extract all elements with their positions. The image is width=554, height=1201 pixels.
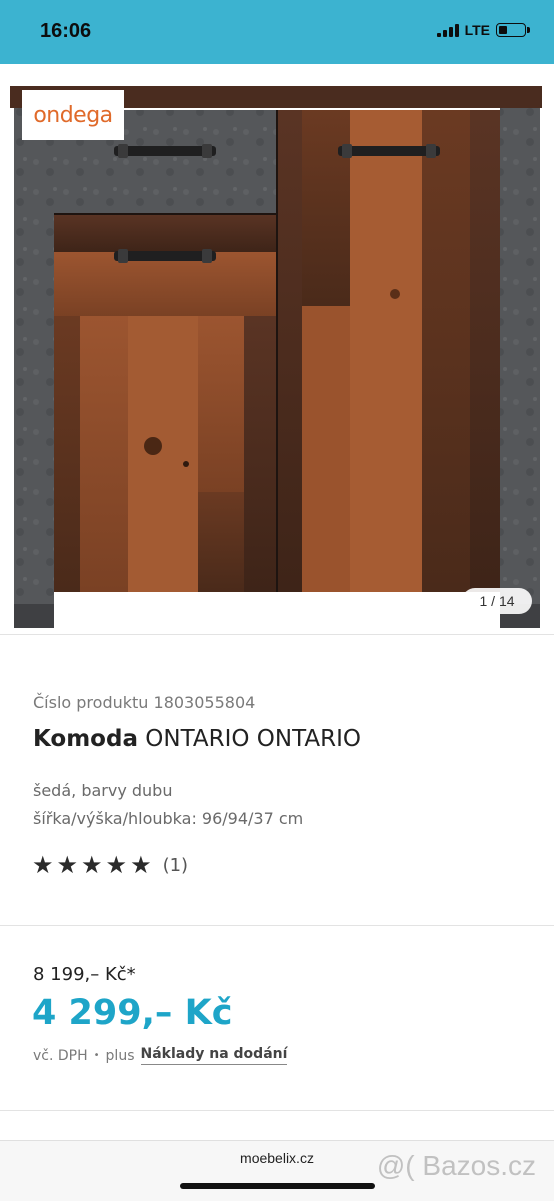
brand-logo: ondega — [22, 90, 124, 140]
network-type: LTE — [464, 22, 490, 38]
brand-logo-text: ondega — [33, 102, 113, 128]
product-title-rest: ONTARIO ONTARIO — [137, 726, 361, 752]
battery-icon — [496, 23, 530, 37]
old-price: 8 199,– Kč* — [33, 964, 136, 985]
delivery-costs-link[interactable]: Náklady na dodání — [140, 1046, 288, 1065]
price-note: vč. DPH • plus Náklady na dodání — [33, 1046, 288, 1065]
plus-label: plus — [105, 1047, 135, 1064]
star-icon: ★ — [105, 851, 128, 879]
rating[interactable]: ★ ★ ★ ★ ★ (1) — [32, 853, 188, 877]
product-image-gallery[interactable] — [0, 64, 554, 634]
image-counter: 1 / 14 — [462, 588, 532, 614]
divider — [0, 925, 554, 926]
status-bar: 16:06 LTE — [0, 0, 554, 64]
product-color: šedá, barvy dubu — [33, 781, 173, 800]
status-time: 16:06 — [40, 20, 92, 42]
sale-price: 4 299,– Kč — [32, 993, 233, 1033]
star-icon: ★ — [56, 851, 79, 879]
cell-signal-icon — [436, 23, 459, 37]
star-icon: ★ — [32, 851, 54, 879]
rating-count[interactable]: (1) — [163, 855, 189, 876]
product-number: Číslo produktu 1803055804 — [33, 693, 256, 712]
product-dimensions: šířka/výška/hloubka: 96/94/37 cm — [33, 809, 304, 828]
divider — [0, 634, 554, 635]
separator-dot: • — [93, 1050, 100, 1061]
star-icon: ★ — [81, 851, 103, 879]
watermark: @( Bazos.cz — [376, 1150, 536, 1181]
vat-note: vč. DPH — [33, 1047, 88, 1064]
status-icons: LTE — [436, 22, 530, 38]
product-title-bold: Komoda — [33, 726, 138, 752]
product-photo — [10, 86, 542, 628]
home-indicator[interactable] — [180, 1183, 375, 1189]
product-title: Komoda ONTARIO ONTARIO — [33, 726, 361, 752]
star-icon: ★ — [130, 851, 152, 879]
divider — [0, 1110, 554, 1111]
